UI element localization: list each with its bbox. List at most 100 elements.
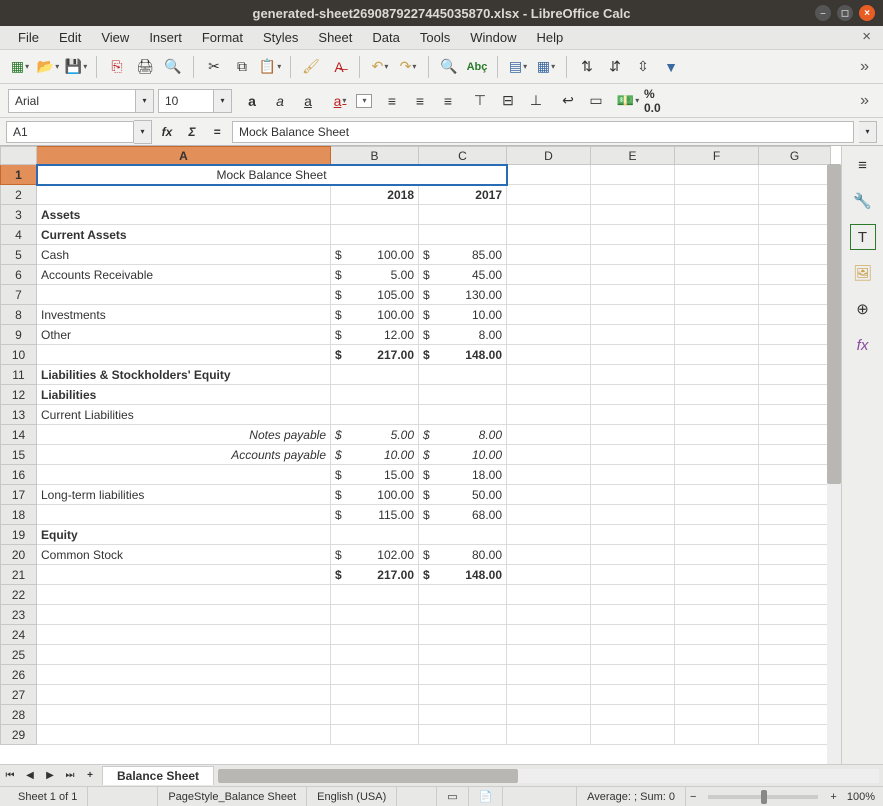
selection-mode-icon[interactable]: ▭ [437, 787, 468, 806]
cell[interactable]: Common Stock [37, 545, 331, 565]
navigator-icon[interactable]: ⊕ [850, 296, 876, 322]
cell[interactable]: $217.00 [331, 345, 419, 365]
clear-format-icon[interactable]: A̶ [327, 55, 351, 79]
menu-view[interactable]: View [91, 28, 139, 47]
cell[interactable]: Other [37, 325, 331, 345]
redo-icon[interactable]: ↷ [396, 55, 420, 79]
doc-close-icon[interactable]: × [862, 28, 871, 45]
bold-icon[interactable]: a [240, 89, 264, 113]
clone-format-icon[interactable]: 🖌 [299, 55, 323, 79]
valign-mid-icon[interactable]: ⊟ [496, 89, 520, 113]
export-pdf-icon[interactable]: ⎘ [105, 55, 129, 79]
equals-icon[interactable]: = [207, 122, 227, 142]
tab-last-icon[interactable]: ⏭ [60, 766, 80, 786]
row-header[interactable]: 27 [1, 685, 37, 705]
cell[interactable]: $148.00 [419, 565, 507, 585]
new-icon[interactable]: ▦ [8, 55, 32, 79]
cell[interactable]: Liabilities & Stockholders' Equity [37, 365, 331, 385]
row-header[interactable]: 6 [1, 265, 37, 285]
status-avg[interactable]: Average: ; Sum: 0 [577, 787, 686, 806]
cell[interactable]: $10.00 [419, 305, 507, 325]
row-header[interactable]: 10 [1, 345, 37, 365]
row-header[interactable]: 4 [1, 225, 37, 245]
cell[interactable]: $8.00 [419, 425, 507, 445]
cell[interactable]: $100.00 [331, 485, 419, 505]
valign-top-icon[interactable]: ⊤ [468, 89, 492, 113]
menu-help[interactable]: Help [526, 28, 573, 47]
font-size-input[interactable]: 10 [158, 89, 214, 113]
row-header[interactable]: 29 [1, 725, 37, 745]
row-header[interactable]: 12 [1, 385, 37, 405]
highlight-icon[interactable] [356, 94, 372, 108]
cell[interactable]: 2018 [331, 185, 419, 205]
sidebar-menu-icon[interactable]: ≡ [850, 152, 876, 178]
row-header[interactable]: 21 [1, 565, 37, 585]
cell[interactable]: Current Liabilities [37, 405, 331, 425]
cell[interactable]: Accounts payable [37, 445, 331, 465]
print-preview-icon[interactable]: 🔍 [161, 55, 185, 79]
zoom-value[interactable]: 100% [841, 791, 875, 803]
col-header-f[interactable]: F [675, 147, 759, 165]
open-icon[interactable]: 📂 [36, 55, 60, 79]
menu-file[interactable]: File [8, 28, 49, 47]
copy-icon[interactable]: ⧉ [230, 55, 254, 79]
spellcheck-icon[interactable]: Abç [465, 55, 489, 79]
cell[interactable]: $80.00 [419, 545, 507, 565]
sheet-tab[interactable]: Balance Sheet [102, 766, 214, 785]
cell[interactable]: $45.00 [419, 265, 507, 285]
row-header[interactable]: 2 [1, 185, 37, 205]
col-header-d[interactable]: D [507, 147, 591, 165]
row-icon[interactable]: ▤ [506, 55, 530, 79]
row-header[interactable]: 25 [1, 645, 37, 665]
insert-mode[interactable] [397, 787, 437, 806]
row-header[interactable]: 15 [1, 445, 37, 465]
cell[interactable]: $50.00 [419, 485, 507, 505]
cell[interactable]: $115.00 [331, 505, 419, 525]
valign-bot-icon[interactable]: ⊥ [524, 89, 548, 113]
tab-prev-icon[interactable]: ◀ [20, 766, 40, 786]
cell[interactable]: Cash [37, 245, 331, 265]
spreadsheet-grid[interactable]: A B C D E F G 1 Mock Balance Sheet 2 201… [0, 146, 841, 764]
row-header[interactable]: 28 [1, 705, 37, 725]
col-header-a[interactable]: A [37, 147, 331, 165]
print-icon[interactable]: 🖨 [133, 55, 157, 79]
cell[interactable]: $100.00 [331, 245, 419, 265]
formula-input[interactable]: Mock Balance Sheet [232, 121, 854, 143]
sort-desc-icon[interactable]: ⇵ [603, 55, 627, 79]
font-size-drop-icon[interactable]: ▾ [214, 89, 232, 113]
currency-icon[interactable]: 💵 [616, 89, 640, 113]
cell[interactable]: Current Assets [37, 225, 331, 245]
cell[interactable]: $100.00 [331, 305, 419, 325]
toolbar2-more-icon[interactable]: » [854, 92, 875, 110]
cell[interactable]: $10.00 [331, 445, 419, 465]
zoom-slider[interactable] [708, 795, 818, 799]
cut-icon[interactable]: ✂ [202, 55, 226, 79]
font-name-drop-icon[interactable]: ▾ [136, 89, 154, 113]
properties-icon[interactable]: 🔧 [850, 188, 876, 214]
cell[interactable]: $10.00 [419, 445, 507, 465]
font-color-icon[interactable]: a [328, 89, 352, 113]
cell[interactable]: $18.00 [419, 465, 507, 485]
cell[interactable]: $130.00 [419, 285, 507, 305]
merge-icon[interactable]: ▭ [584, 89, 608, 113]
row-header[interactable]: 3 [1, 205, 37, 225]
menu-styles[interactable]: Styles [253, 28, 308, 47]
underline-icon[interactable]: a [296, 89, 320, 113]
row-header[interactable]: 13 [1, 405, 37, 425]
vertical-scrollbar[interactable] [827, 164, 841, 764]
italic-icon[interactable]: a [268, 89, 292, 113]
cell[interactable]: $5.00 [331, 265, 419, 285]
maximize-button[interactable]: ◻ [837, 5, 853, 21]
menu-data[interactable]: Data [362, 28, 409, 47]
menu-tools[interactable]: Tools [410, 28, 460, 47]
cell[interactable]: $5.00 [331, 425, 419, 445]
name-box-input[interactable]: A1 [6, 121, 134, 143]
function-wizard-icon[interactable]: fx [157, 122, 177, 142]
col-header-c[interactable]: C [419, 147, 507, 165]
row-header[interactable]: 22 [1, 585, 37, 605]
tab-next-icon[interactable]: ▶ [40, 766, 60, 786]
row-header[interactable]: 16 [1, 465, 37, 485]
menu-edit[interactable]: Edit [49, 28, 91, 47]
paste-icon[interactable]: 📋 [258, 55, 282, 79]
close-button[interactable]: × [859, 5, 875, 21]
